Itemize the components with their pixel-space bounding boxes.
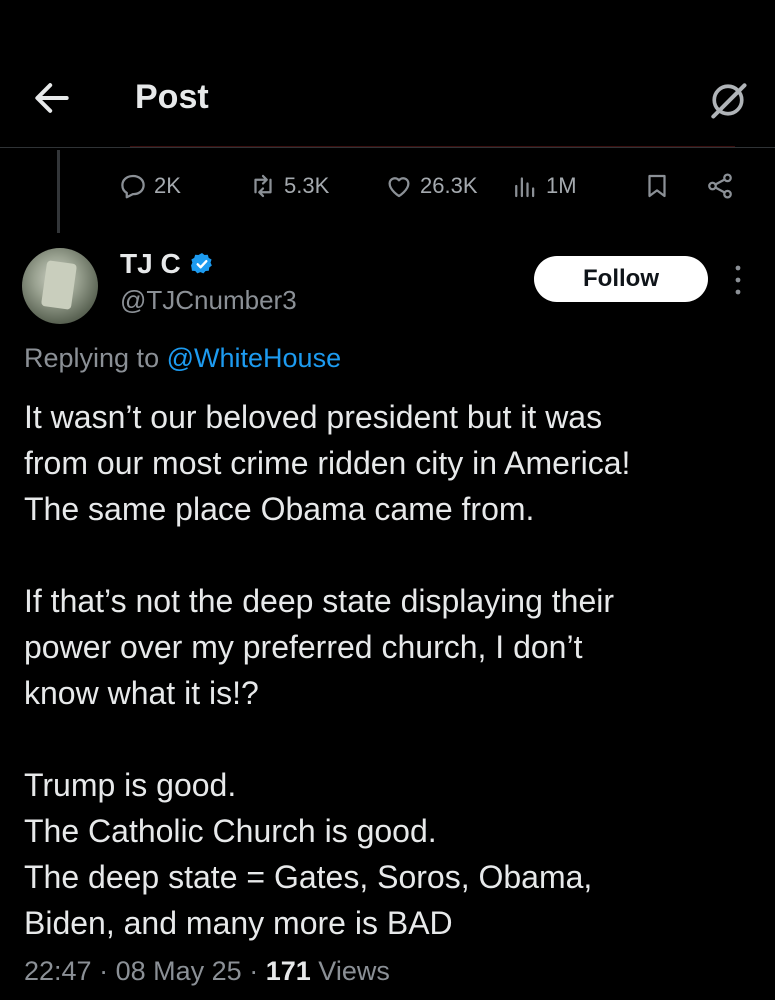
post-line: It wasn’t our beloved president but it w… — [24, 399, 603, 435]
post-line: The deep state = Gates, Soros, Obama, — [24, 859, 593, 895]
share-button[interactable] — [705, 171, 735, 201]
post-line: Trump is good. — [24, 767, 237, 803]
more-options-button[interactable] — [728, 262, 748, 298]
view-count: 1M — [546, 173, 577, 198]
reply-icon — [121, 174, 145, 199]
post-time: 22:47 — [24, 956, 92, 986]
header-divider — [0, 147, 775, 148]
post-line: The Catholic Church is good. — [24, 813, 437, 849]
reply-count: 2K — [154, 173, 181, 198]
views-button[interactable]: 1M — [510, 171, 577, 201]
post-line: The same place Obama came from. — [24, 491, 535, 527]
arrow-left-icon — [35, 83, 69, 113]
meta-separator: · — [99, 956, 109, 986]
share-icon — [708, 173, 732, 199]
bookmark-button[interactable] — [642, 171, 672, 201]
like-count: 26.3K — [420, 173, 478, 198]
meta-separator: · — [249, 956, 259, 986]
replying-to-label: Replying to — [24, 343, 160, 373]
post-line: If that’s not the deep state displaying … — [24, 583, 615, 619]
avatar-image — [40, 260, 78, 310]
author-name: TJ C — [120, 248, 181, 279]
replying-to: Replying to @WhiteHouse — [24, 343, 341, 374]
reply-button[interactable]: 2K — [118, 171, 181, 201]
repost-count: 5.3K — [284, 173, 330, 198]
follow-button[interactable]: Follow — [534, 256, 708, 302]
page-title: Post — [135, 78, 209, 116]
grok-icon[interactable] — [706, 78, 750, 122]
reply-mention-link[interactable]: @WhiteHouse — [167, 343, 341, 373]
top-bar: Post — [0, 0, 775, 150]
post-line: power over my preferred church, I don’t — [24, 629, 583, 665]
heart-icon — [388, 177, 410, 198]
post-line: Biden, and many more is BAD — [24, 905, 453, 941]
repost-button[interactable]: 5.3K — [248, 171, 329, 201]
back-button[interactable] — [30, 76, 74, 120]
post-body: It wasn’t our beloved president but it w… — [24, 394, 754, 946]
post-line: from our most crime ridden city in Ameri… — [24, 445, 631, 481]
post-date: 08 May 25 — [115, 956, 242, 986]
author-handle[interactable]: @TJCnumber3 — [120, 285, 297, 316]
verified-badge-icon — [190, 252, 212, 274]
avatar[interactable] — [22, 248, 98, 324]
bookmark-icon — [648, 174, 666, 198]
more-vertical-icon — [735, 265, 741, 295]
engagement-bar: 2K 5.3K 26.3K 1M — [0, 165, 775, 213]
views-label: Views — [318, 956, 390, 986]
analytics-icon — [515, 177, 535, 198]
post-view-count: 171 — [265, 956, 311, 986]
like-button[interactable]: 26.3K — [384, 171, 478, 201]
post-line: know what it is!? — [24, 675, 259, 711]
author-name-row[interactable]: TJ C — [120, 248, 215, 280]
post-meta: 22:47 · 08 May 25 · 171 Views — [24, 956, 390, 987]
repost-icon — [254, 174, 272, 198]
